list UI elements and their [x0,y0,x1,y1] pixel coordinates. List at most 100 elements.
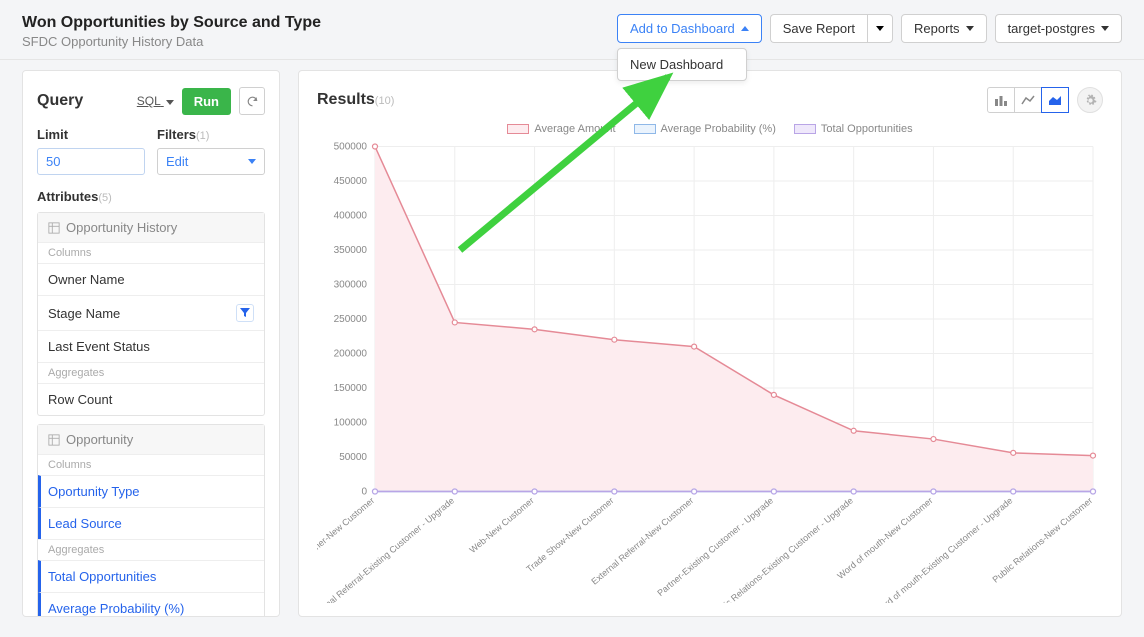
refresh-icon [246,95,259,108]
area-chart[interactable]: 0500001000001500002000002500003000003500… [317,139,1103,603]
attribute-item[interactable]: Lead Source [38,507,264,539]
legend-avg-amount-label: Average Amount [534,123,615,135]
legend-total-opps[interactable]: Total Opportunities [794,123,913,135]
filters-select[interactable]: Edit [157,148,265,175]
swatch-icon [634,124,656,134]
svg-text:Word of mouth-Existing Custome: Word of mouth-Existing Customer - Upgrad… [872,495,1014,603]
chart-type-line[interactable] [1014,87,1042,113]
caret-up-icon [741,26,749,31]
svg-text:100000: 100000 [334,418,368,429]
sql-link[interactable]: SQL [137,94,174,108]
chart-container: 0500001000001500002000002500003000003500… [317,139,1103,603]
results-title-text: Results [317,91,375,108]
limit-field: Limit [37,127,145,175]
chart-type-area[interactable] [1041,87,1069,113]
attributes-label: Attributes(5) [37,189,265,204]
page-body: Query SQL Run Limit Filters(1) [0,60,1144,637]
results-header: Results(10) [317,87,1103,113]
svg-text:500000: 500000 [334,142,368,153]
legend-avg-prob[interactable]: Average Probability (%) [634,123,776,135]
svg-text:External Referral-Existing Cus: External Referral-Existing Customer - Up… [317,495,456,603]
attribute-item-label: Average Probability (%) [48,601,184,616]
table-icon [48,222,60,234]
attribute-group-header[interactable]: Opportunity History [38,213,264,242]
attribute-item[interactable]: Average Probability (%) [38,592,264,617]
columns-subheader: Columns [38,454,264,475]
chart-toolbar [987,87,1103,113]
refresh-button[interactable] [239,87,265,115]
run-button[interactable]: Run [182,88,231,115]
attribute-item-label: Stage Name [48,306,120,321]
attribute-item-label: Total Opportunities [48,569,156,584]
attribute-group: Opportunity Columns Oportunity Type Lead So… [37,424,265,617]
attribute-item[interactable]: Stage Name [38,295,264,330]
chart-type-bar[interactable] [987,87,1015,113]
attribute-item[interactable]: Row Count [38,383,264,415]
chart-type-group [987,87,1069,113]
aggregates-subheader: Aggregates [38,362,264,383]
attribute-item-label: Lead Source [48,516,122,531]
attributes-count: (5) [98,192,111,204]
results-panel: Results(10) [298,70,1122,617]
attribute-item-label: Row Count [48,392,112,407]
attribute-group-header[interactable]: Opportunity [38,425,264,454]
attribute-group-name: Opportunity [66,432,133,447]
attribute-item[interactable]: Owner Name [38,263,264,295]
page-title: Won Opportunities by Source and Type [22,14,321,32]
legend-total-opps-label: Total Opportunities [821,123,913,135]
caret-down-icon [248,159,256,164]
gear-icon [1084,94,1097,107]
attribute-item[interactable]: Oportunity Type [38,475,264,507]
chart-legend: Average Amount Average Probability (%) T… [317,123,1103,135]
svg-text:Web-New Customer: Web-New Customer [467,495,535,555]
save-report-caret[interactable] [867,14,893,43]
query-title: Query [37,92,83,110]
svg-text:Public Relations-Existing Cust: Public Relations-Existing Customer - Upg… [708,495,855,603]
filters-field: Filters(1) Edit [157,127,265,175]
header-left: Won Opportunities by Source and Type SFD… [22,14,321,49]
svg-text:Trade Show-New Customer: Trade Show-New Customer [524,495,615,574]
reports-label: Reports [914,21,960,36]
attribute-item[interactable]: Last Event Status [38,330,264,362]
filters-label-text: Filters [157,127,196,142]
columns-subheader: Columns [38,242,264,263]
legend-avg-amount[interactable]: Average Amount [507,123,615,135]
attribute-groups: Opportunity History Columns Owner Name Stag… [37,212,265,617]
filters-count: (1) [196,130,209,142]
limit-label: Limit [37,127,145,142]
reports-button[interactable]: Reports [901,14,987,43]
sql-link-label: SQL [137,94,161,108]
attribute-item-label: Last Event Status [48,339,150,354]
caret-down-icon [876,26,884,31]
query-header-actions: SQL Run [137,87,265,115]
swatch-icon [507,124,529,134]
target-label: target-postgres [1008,21,1095,36]
aggregates-subheader: Aggregates [38,539,264,560]
attributes-label-text: Attributes [37,189,98,204]
chart-settings-button[interactable] [1077,87,1103,113]
filter-icon[interactable] [236,304,254,322]
svg-text:300000: 300000 [334,280,368,291]
table-icon [48,434,60,446]
caret-down-icon [966,26,974,31]
svg-text:350000: 350000 [334,245,368,256]
save-report-split: Save Report [770,14,893,43]
add-to-dashboard-label: Add to Dashboard [630,21,735,36]
line-chart-icon [1021,94,1035,106]
add-to-dashboard-button[interactable]: Add to Dashboard [617,14,762,43]
attribute-item-label: Oportunity Type [48,484,140,499]
filter-edit-label: Edit [166,154,188,169]
legend-avg-prob-label: Average Probability (%) [661,123,776,135]
target-select[interactable]: target-postgres [995,14,1122,43]
save-report-button[interactable]: Save Report [770,14,867,43]
save-report-label: Save Report [783,21,855,36]
new-dashboard-item[interactable]: New Dashboard [618,49,746,80]
attribute-group-name: Opportunity History [66,220,177,235]
query-header: Query SQL Run [37,87,265,115]
query-panel: Query SQL Run Limit Filters(1) [22,70,280,617]
attribute-item[interactable]: Total Opportunities [38,560,264,592]
svg-text:150000: 150000 [334,383,368,394]
limit-input[interactable] [37,148,145,175]
swatch-icon [794,124,816,134]
attribute-item-label: Owner Name [48,272,125,287]
